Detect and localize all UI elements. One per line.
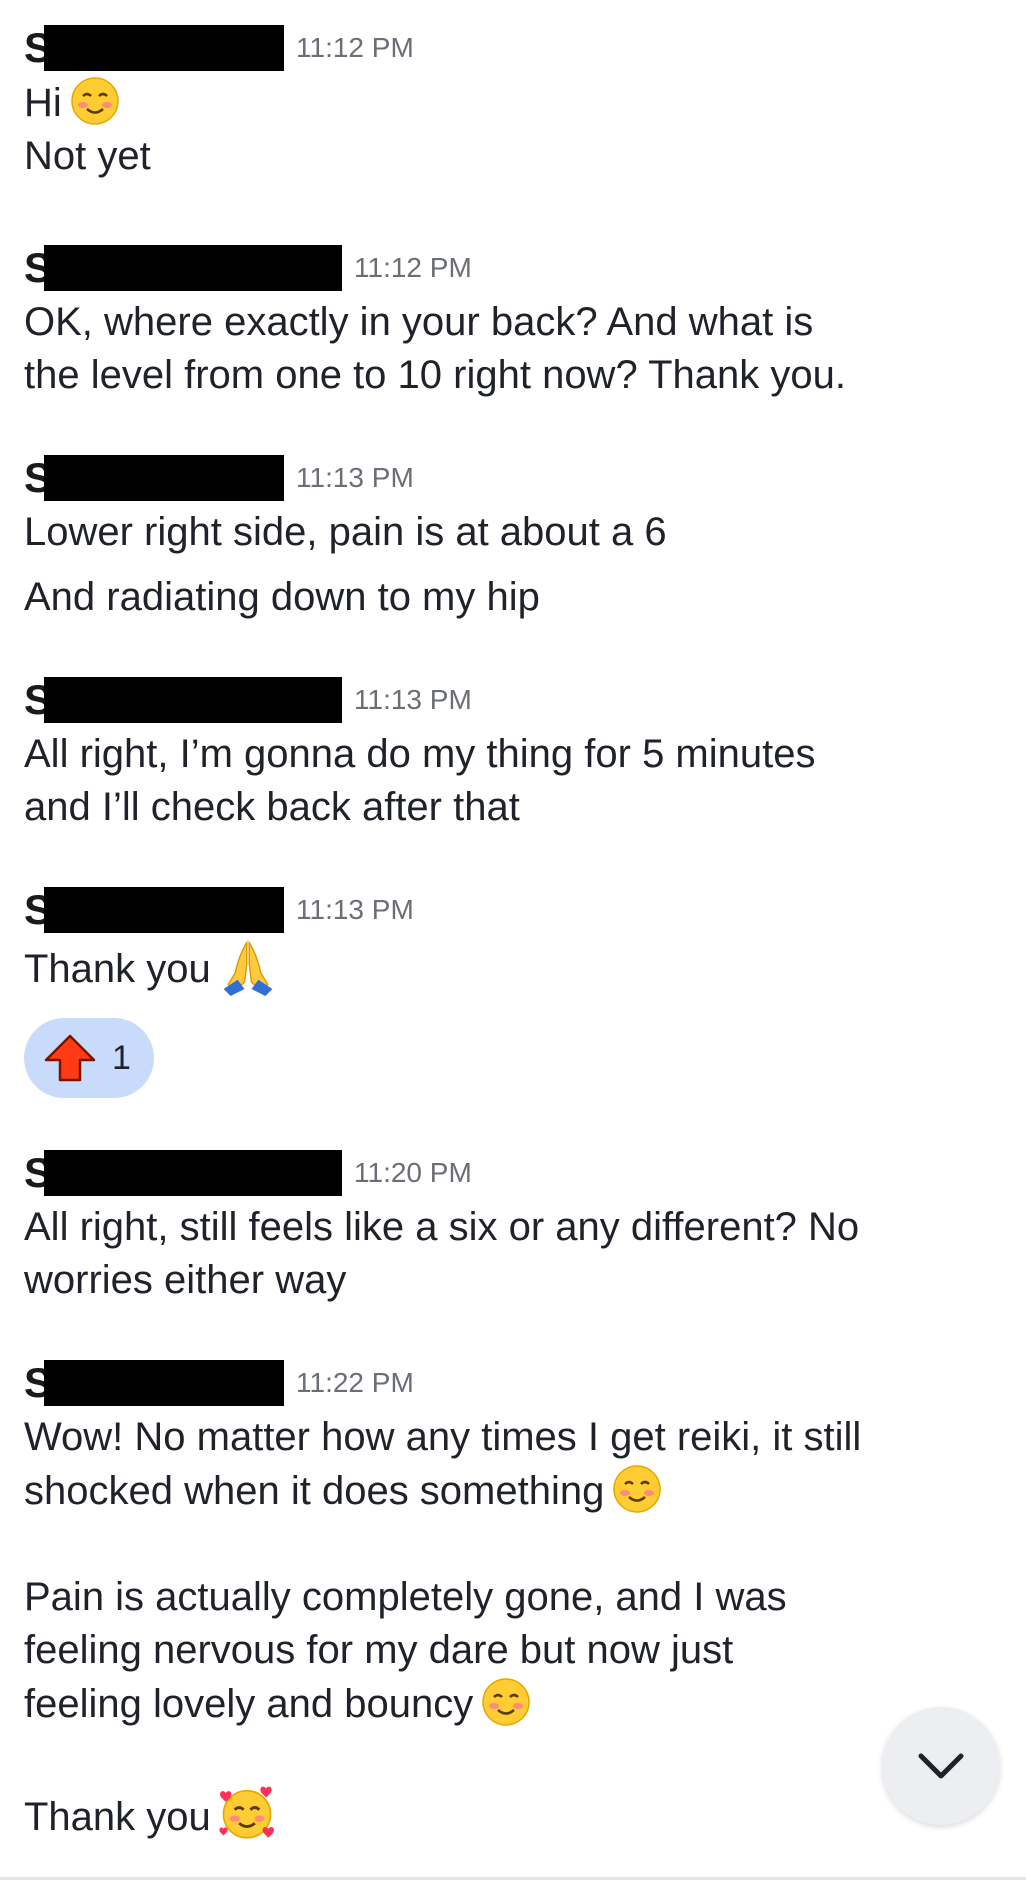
message-text: shocked when it does something	[24, 1469, 605, 1513]
smiling-face-emoji-icon	[71, 77, 119, 125]
reaction-count: 1	[112, 1038, 131, 1077]
message: S 11:13 PM All right, I’m gonna do my th…	[24, 672, 1014, 834]
folded-hands-emoji-icon	[223, 940, 273, 996]
message-timestamp: 11:12 PM	[296, 32, 414, 63]
message: S 11:13 PM Thank you	[24, 882, 1014, 996]
redaction-bar	[44, 1150, 343, 1196]
message-line: worries either way	[24, 1258, 347, 1302]
redaction-bar	[44, 25, 285, 71]
message: S 11:20 PM All right, still feels like a…	[24, 1145, 1014, 1307]
message-line: All right, still feels like a six or any…	[24, 1205, 860, 1249]
chevron-down-icon	[918, 1753, 964, 1779]
message-line: Lower right side, pain is at about a 6	[24, 510, 667, 554]
scroll-to-bottom-button[interactable]	[882, 1707, 1000, 1825]
message-header: S 11:20 PM	[24, 1145, 1014, 1201]
message-text: Thank you	[24, 1795, 211, 1839]
message-timestamp: 11:12 PM	[354, 252, 472, 283]
message-header: S 11:13 PM	[24, 672, 1014, 728]
redaction-bar	[44, 1360, 285, 1406]
reaction-pill[interactable]: 1	[24, 1018, 154, 1098]
message-line: All right, I’m gonna do my thing for 5 m…	[24, 732, 816, 776]
message-line: and I’ll check back after that	[24, 785, 520, 829]
message-line: Thank you	[24, 938, 1014, 996]
smiling-face-emoji-icon	[613, 1465, 662, 1513]
message-text: Hi	[24, 81, 62, 125]
message-line	[24, 1731, 1014, 1784]
message: S 11:13 PM Lower right side, pain is at …	[24, 450, 1014, 624]
message: S 11:12 PM Hi Not yet	[24, 20, 1014, 183]
message: S 11:22 PM Wow! No matter how any times …	[24, 1355, 1014, 1844]
message-timestamp: 11:20 PM	[354, 1157, 472, 1188]
message-line: Wow! No matter how any times I get reiki…	[24, 1415, 862, 1459]
message-header: S 11:22 PM	[24, 1355, 1014, 1411]
redaction-bar	[44, 677, 343, 723]
message-header: S 11:13 PM	[24, 882, 1014, 938]
message-header: S 11:12 PM	[24, 240, 1014, 296]
message-line: feeling lovely and bouncy	[24, 1677, 1014, 1731]
smiling-face-emoji-icon	[482, 1678, 530, 1726]
message-timestamp: 11:13 PM	[354, 684, 472, 715]
bottom-divider	[0, 1877, 1026, 1880]
message-line: And radiating down to my hip	[24, 575, 540, 619]
message: S 11:12 PM OK, where exactly in your bac…	[24, 240, 1014, 402]
redaction-bar	[44, 245, 343, 291]
message-timestamp: 11:13 PM	[296, 462, 414, 493]
message-timestamp: 11:22 PM	[296, 1367, 414, 1398]
chat-thread: S 11:12 PM Hi Not yet S 11:12 PM OK, whe…	[0, 0, 1026, 1885]
message-line: Pain is actually completely gone, and I …	[24, 1575, 787, 1619]
up-arrow-icon	[44, 1034, 96, 1082]
message-line: the level from one to 10 right now? Than…	[24, 353, 846, 397]
message-line: Thank you	[24, 1784, 1014, 1844]
message-header: S 11:13 PM	[24, 450, 1014, 506]
message-timestamp: 11:13 PM	[296, 894, 414, 925]
message-line: OK, where exactly in your back? And what…	[24, 300, 814, 344]
message-text: Thank you	[24, 947, 211, 991]
redaction-bar	[44, 455, 285, 501]
message-line: Hi	[24, 76, 1014, 130]
redaction-bar	[44, 887, 285, 933]
message-line: shocked when it does something	[24, 1464, 1014, 1518]
message-line: Not yet	[24, 134, 151, 178]
smiling-face-with-hearts-emoji-icon	[219, 1786, 274, 1839]
message-line	[24, 1518, 1014, 1571]
message-text: feeling lovely and bouncy	[24, 1682, 474, 1726]
message-header: S 11:12 PM	[24, 20, 1014, 76]
message-line: feeling nervous for my dare but now just	[24, 1628, 734, 1672]
